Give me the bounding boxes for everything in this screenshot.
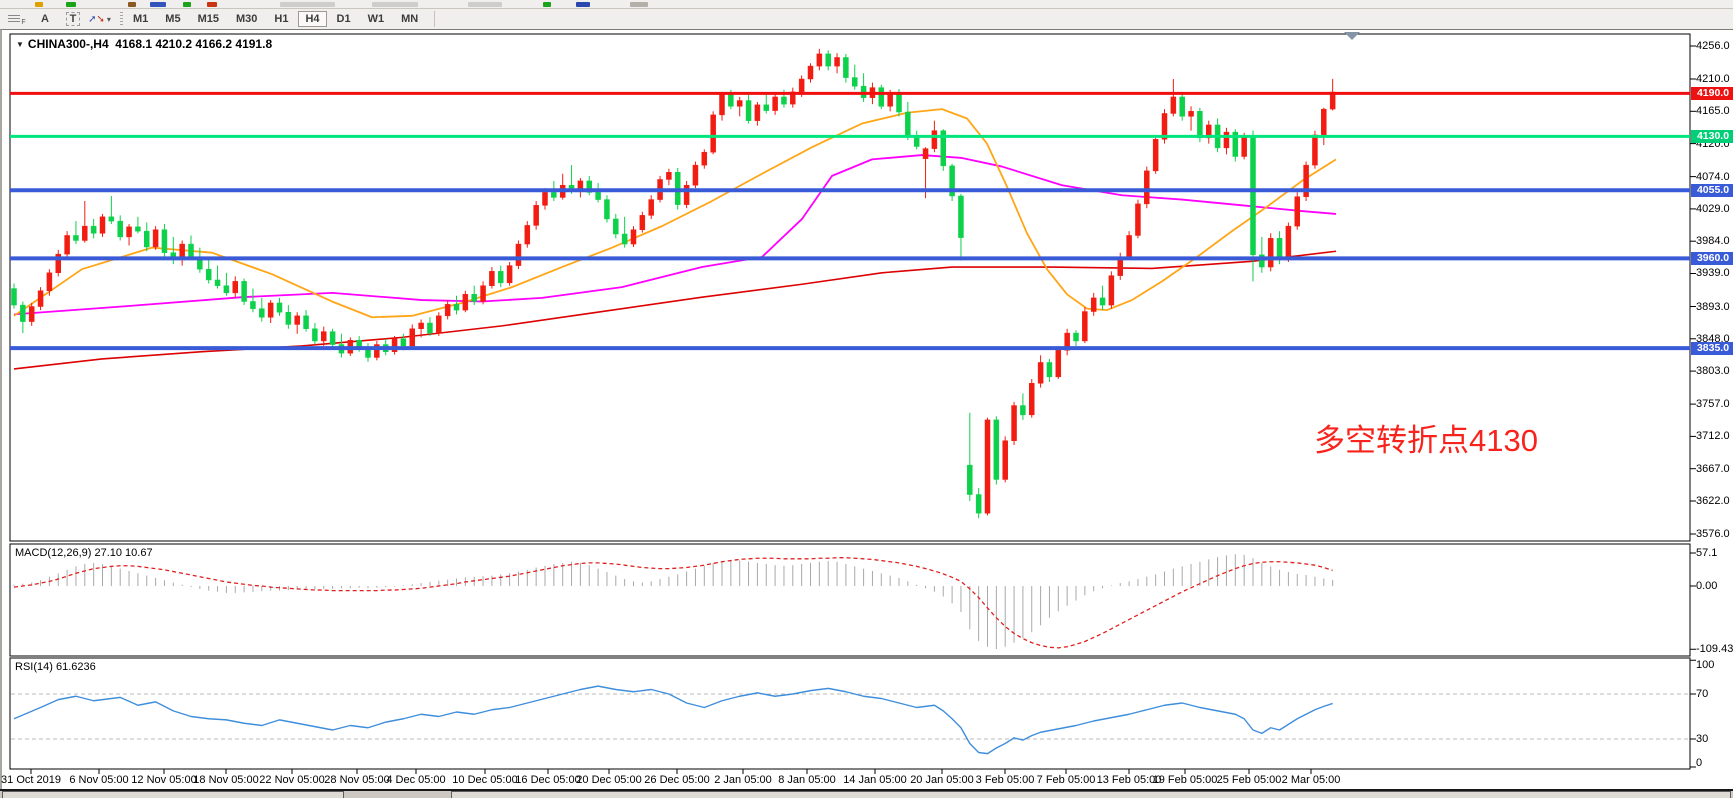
macd-indicator-label: MACD(12,26,9) 27.10 10.67: [15, 547, 153, 559]
time-axis-label: 16 Dec 05:00: [515, 774, 580, 786]
price-tick-label: 3939.0: [1696, 267, 1730, 279]
macd-tick-label: 0.00: [1696, 580, 1717, 592]
arrows-tool-button[interactable]: ➚ ➘ ▾: [90, 11, 112, 28]
time-axis-label: 26 Dec 05:00: [644, 774, 709, 786]
time-axis-label: 6 Nov 05:00: [69, 774, 128, 786]
timeframe-button-M15[interactable]: M15: [191, 11, 226, 27]
time-axis-label: 7 Feb 05:00: [1037, 774, 1096, 786]
background-window-edge[interactable]: [451, 791, 1731, 798]
time-axis-label: 10 Dec 05:00: [452, 774, 517, 786]
rsi-tick-label: 30: [1696, 733, 1708, 745]
price-tick-label: 3667.0: [1696, 463, 1730, 475]
timeframe-button-MN[interactable]: MN: [394, 11, 425, 27]
partial-icon: [468, 2, 502, 7]
time-axis-label: 4 Dec 05:00: [386, 774, 445, 786]
symbol-name: CHINA300-,H4: [28, 37, 109, 51]
price-tick-label: 4210.0: [1696, 73, 1730, 85]
time-axis-label: 2 Jan 05:00: [714, 774, 772, 786]
partial-icon: [576, 2, 590, 7]
toolbar-icons-strip: [0, 0, 1733, 9]
price-tick-label: 3576.0: [1696, 528, 1730, 540]
chart-canvas[interactable]: [2, 30, 1733, 790]
timeframe-button-H4[interactable]: H4: [298, 11, 326, 27]
macd-tick-label: -109.43: [1696, 643, 1733, 655]
chart-title: ▼ CHINA300-,H4 4168.1 4210.2 4166.2 4191.…: [16, 37, 272, 51]
price-tick-label: 3622.0: [1696, 495, 1730, 507]
time-axis-label: 2 Mar 05:00: [1282, 774, 1341, 786]
partial-icon: [543, 2, 551, 7]
text-label-tool-label: T: [66, 12, 81, 26]
chevron-down-icon: ▾: [107, 15, 111, 24]
grid-icon: [8, 15, 20, 24]
timeframe-button-W1[interactable]: W1: [361, 11, 392, 27]
time-axis-label: 22 Nov 05:00: [259, 774, 324, 786]
partial-icon: [66, 2, 76, 7]
time-axis-label: 18 Nov 05:00: [193, 774, 258, 786]
ohlc-values: 4168.1 4210.2 4166.2 4191.8: [115, 37, 272, 51]
price-tick-label: 4029.0: [1696, 203, 1730, 215]
time-axis-label: 3 Feb 05:00: [976, 774, 1035, 786]
rsi-tick-label: 70: [1696, 688, 1708, 700]
price-tick-label: 3712.0: [1696, 430, 1730, 442]
rsi-tick-label: 0: [1696, 757, 1702, 769]
time-axis-label: 20 Jan 05:00: [910, 774, 974, 786]
partial-icon: [35, 2, 43, 7]
rsi-tick-label: 100: [1696, 659, 1714, 671]
price-level-badge: 4130.0: [1691, 130, 1733, 143]
time-axis-label: 28 Nov 05:00: [324, 774, 389, 786]
price-tick-label: 3803.0: [1696, 365, 1730, 377]
rsi-indicator-label: RSI(14) 61.6236: [15, 661, 96, 673]
time-axis-label: 8 Jan 05:00: [778, 774, 836, 786]
timeframe-button-H1[interactable]: H1: [267, 11, 295, 27]
time-axis-label: 31 Oct 2019: [1, 774, 61, 786]
time-axis-label: 12 Nov 05:00: [131, 774, 196, 786]
price-tick-label: 3984.0: [1696, 235, 1730, 247]
partial-icon: [183, 2, 191, 7]
price-tick-label: 4165.0: [1696, 105, 1730, 117]
timeframe-buttons: M1M5M15M30H1H4D1W1MN: [123, 12, 425, 27]
price-tick-label: 3757.0: [1696, 398, 1730, 410]
partial-icon: [207, 2, 217, 7]
partial-icon: [150, 2, 166, 7]
price-tick-label: 4256.0: [1696, 40, 1730, 52]
price-level-badge: 3960.0: [1691, 252, 1733, 265]
timeframe-button-M30[interactable]: M30: [229, 11, 264, 27]
price-tick-label: 4074.0: [1696, 171, 1730, 183]
toolbar: F A T ➚ ➘ ▾ M1M5M15M30H1H4D1W1MN: [0, 9, 1733, 30]
time-axis-label: 19 Feb 05:00: [1153, 774, 1218, 786]
price-level-badge: 3835.0: [1691, 342, 1733, 355]
chart-text-annotation[interactable]: 多空转折点4130: [1314, 415, 1538, 460]
timeframe-button-D1[interactable]: D1: [330, 11, 358, 27]
partial-icon: [280, 2, 335, 7]
text-tool-label: A: [41, 13, 49, 25]
macd-tick-label: 57.1: [1696, 547, 1717, 559]
text-label-tool-button[interactable]: T: [62, 11, 84, 28]
time-axis-label: 25 Feb 05:00: [1217, 774, 1282, 786]
time-axis-label: 14 Jan 05:00: [843, 774, 907, 786]
arrow-up-icon: ➚: [88, 14, 96, 25]
partial-icon: [630, 2, 648, 7]
arrow-down-icon: ➘: [96, 14, 104, 25]
grid-tool-letter: F: [21, 19, 25, 26]
price-level-badge: 4055.0: [1691, 184, 1733, 197]
collapse-triangle-icon: ▼: [16, 40, 24, 49]
chart-window: ▼ CHINA300-,H4 4168.1 4210.2 4166.2 4191.…: [0, 29, 1733, 790]
crosshair-grid-tool-button[interactable]: F: [6, 11, 28, 28]
price-level-badge: 4190.0: [1691, 87, 1733, 100]
partial-icon: [128, 2, 136, 7]
background-windows-strip: [0, 791, 1733, 798]
text-tool-button[interactable]: A: [34, 11, 56, 28]
timeframe-button-M5[interactable]: M5: [158, 11, 187, 27]
price-tick-label: 3893.0: [1696, 301, 1730, 313]
time-axis-label: 20 Dec 05:00: [576, 774, 641, 786]
timeframe-button-M1[interactable]: M1: [126, 11, 155, 27]
trading-app-window: F A T ➚ ➘ ▾ M1M5M15M30H1H4D1W1MN ▼ CHINA3…: [0, 0, 1733, 798]
partial-icon: [372, 2, 418, 7]
toolbar-separator: [434, 11, 435, 27]
background-window-edge[interactable]: [2, 791, 344, 798]
